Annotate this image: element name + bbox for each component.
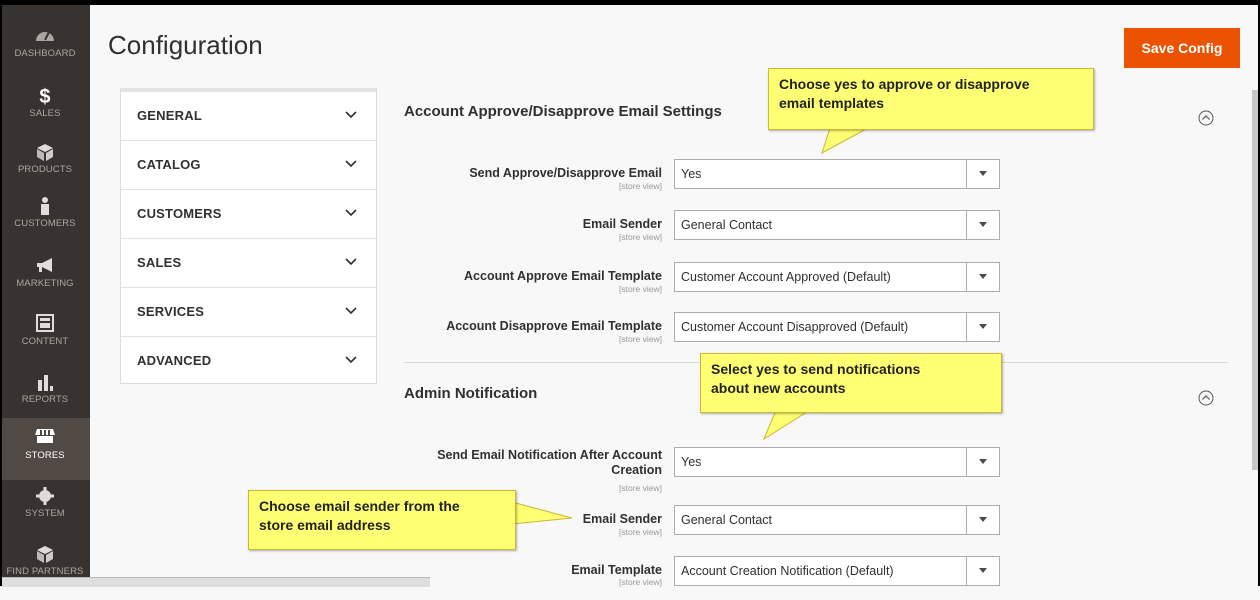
tab-catalog[interactable]: CATALOG [121, 141, 376, 190]
admin-sidebar: DASHBOARD $ SALES PRODUCTS CUSTOMERS MAR… [0, 0, 90, 586]
dashboard-icon [0, 26, 90, 48]
collapse-icon[interactable] [1198, 390, 1214, 406]
chevron-down-icon [345, 111, 357, 119]
gear-icon [0, 486, 90, 508]
admin-email-sender-select[interactable]: General Contact [674, 505, 1000, 535]
megaphone-icon [0, 256, 90, 278]
collapse-icon[interactable] [1198, 110, 1214, 126]
callout-approve: Choose yes to approve or disapprove emai… [768, 68, 1094, 130]
field-label: Send Email Notification After Account Cr… [437, 448, 662, 477]
person-icon [0, 196, 90, 218]
dropdown-arrow-icon [979, 171, 987, 176]
dropdown-arrow-icon [979, 568, 987, 573]
callout-notify: Select yes to send notifications about n… [700, 353, 1002, 413]
dropdown-arrow-icon [979, 459, 987, 464]
field-label: Account Disapprove Email Template [446, 319, 662, 333]
send-notification-select[interactable]: Yes [674, 447, 1000, 477]
nav-find-partners[interactable]: FIND PARTNERS [0, 540, 90, 600]
field-label: Send Approve/Disapprove Email [469, 166, 662, 180]
nav-marketing[interactable]: MARKETING [0, 252, 90, 312]
nav-sales[interactable]: $ SALES [0, 82, 90, 142]
nav-stores[interactable]: STORES [0, 418, 90, 480]
bar-chart-icon [0, 372, 90, 394]
dropdown-arrow-icon [979, 222, 987, 227]
config-tabs: GENERAL CATALOG CUSTOMERS SALES SERVICES… [120, 88, 377, 384]
layout-icon [0, 314, 90, 336]
nav-system[interactable]: SYSTEM [0, 482, 90, 542]
dollar-icon: $ [39, 86, 51, 108]
email-sender-select[interactable]: General Contact [674, 210, 1000, 240]
field-label: Email Sender [582, 217, 662, 231]
callout-pointer [512, 501, 573, 525]
dropdown-arrow-icon [979, 517, 987, 522]
section-title-approve[interactable]: Account Approve/Disapprove Email Setting… [404, 103, 722, 120]
tab-general[interactable]: GENERAL [121, 92, 376, 141]
dropdown-arrow-icon [979, 324, 987, 329]
callout-sender: Choose email sender from the store email… [248, 490, 516, 550]
save-config-button[interactable]: Save Config [1124, 28, 1240, 68]
nav-dashboard[interactable]: DASHBOARD [0, 22, 90, 82]
tab-sales[interactable]: SALES [121, 239, 376, 288]
field-label: Email Template [571, 563, 662, 577]
nav-products[interactable]: PRODUCTS [0, 138, 90, 198]
approve-template-select[interactable]: Customer Account Approved (Default) [674, 262, 1000, 292]
cube-icon [0, 544, 90, 566]
field-scope: [store view] [619, 284, 662, 294]
callout-pointer [763, 410, 811, 440]
tab-customers[interactable]: CUSTOMERS [121, 190, 376, 239]
tab-services[interactable]: SERVICES [121, 288, 376, 337]
field-label: Account Approve Email Template [464, 269, 662, 283]
scrollbar[interactable] [1252, 90, 1258, 470]
nav-customers[interactable]: CUSTOMERS [0, 192, 90, 252]
section-title-admin[interactable]: Admin Notification [404, 385, 537, 402]
page-title: Configuration [108, 30, 263, 60]
chevron-down-icon [345, 209, 357, 217]
disapprove-template-select[interactable]: Customer Account Disapproved (Default) [674, 312, 1000, 342]
callout-pointer [821, 128, 869, 154]
chevron-down-icon [345, 160, 357, 168]
tab-advanced[interactable]: ADVANCED [121, 337, 376, 386]
store-icon [0, 428, 90, 450]
admin-email-template-select[interactable]: Account Creation Notification (Default) [674, 556, 1000, 586]
field-scope: [store view] [619, 181, 662, 191]
dropdown-arrow-icon [979, 274, 987, 279]
chevron-down-icon [345, 258, 357, 266]
field-scope: [store view] [619, 232, 662, 242]
nav-content[interactable]: CONTENT [0, 310, 90, 370]
send-approve-email-select[interactable]: Yes [674, 159, 1000, 189]
field-scope: [store view] [619, 334, 662, 344]
box-icon [0, 142, 90, 164]
chevron-down-icon [345, 307, 357, 315]
chevron-down-icon [345, 356, 357, 364]
